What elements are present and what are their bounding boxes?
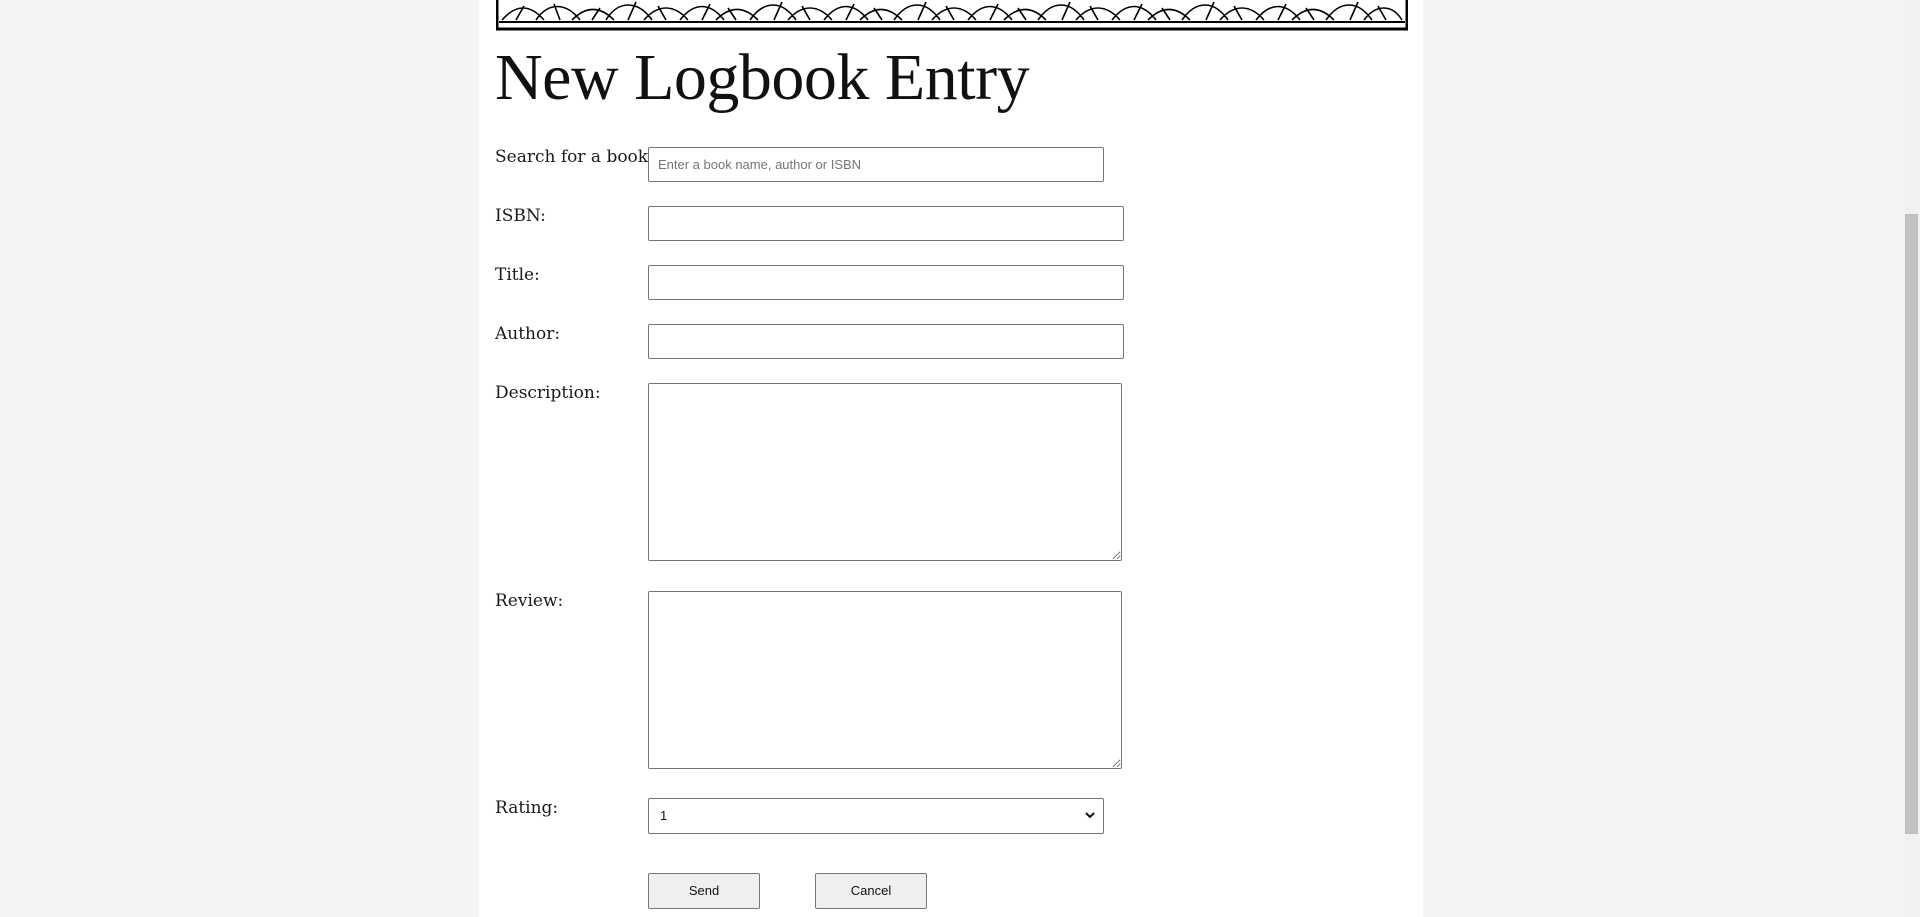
isbn-input[interactable] (648, 206, 1124, 241)
decorative-banner (496, 0, 1408, 32)
review-label: Review: (495, 591, 564, 611)
page-scrollbar[interactable] (1903, 0, 1920, 917)
title-input[interactable] (648, 265, 1124, 300)
chevron-down-icon (1083, 808, 1097, 825)
isbn-label: ISBN: (495, 206, 546, 226)
description-label: Description: (495, 383, 601, 403)
author-label: Author: (495, 324, 561, 344)
rating-selected-value: 1 (660, 808, 668, 823)
send-button[interactable]: Send (648, 873, 760, 909)
cancel-button[interactable]: Cancel (815, 873, 927, 909)
scrollbar-thumb[interactable] (1905, 214, 1918, 834)
page-title: New Logbook Entry (495, 41, 1030, 114)
search-label: Search for a book: (495, 147, 654, 167)
rating-label: Rating: (495, 798, 559, 818)
review-textarea[interactable] (648, 591, 1122, 769)
book-search-input[interactable] (648, 147, 1104, 182)
description-textarea[interactable] (648, 383, 1122, 561)
rating-select[interactable]: 1 (648, 798, 1104, 834)
title-label: Title: (495, 265, 540, 285)
page-container: New Logbook Entry Search for a book: ISB… (479, 0, 1423, 917)
author-input[interactable] (648, 324, 1124, 359)
